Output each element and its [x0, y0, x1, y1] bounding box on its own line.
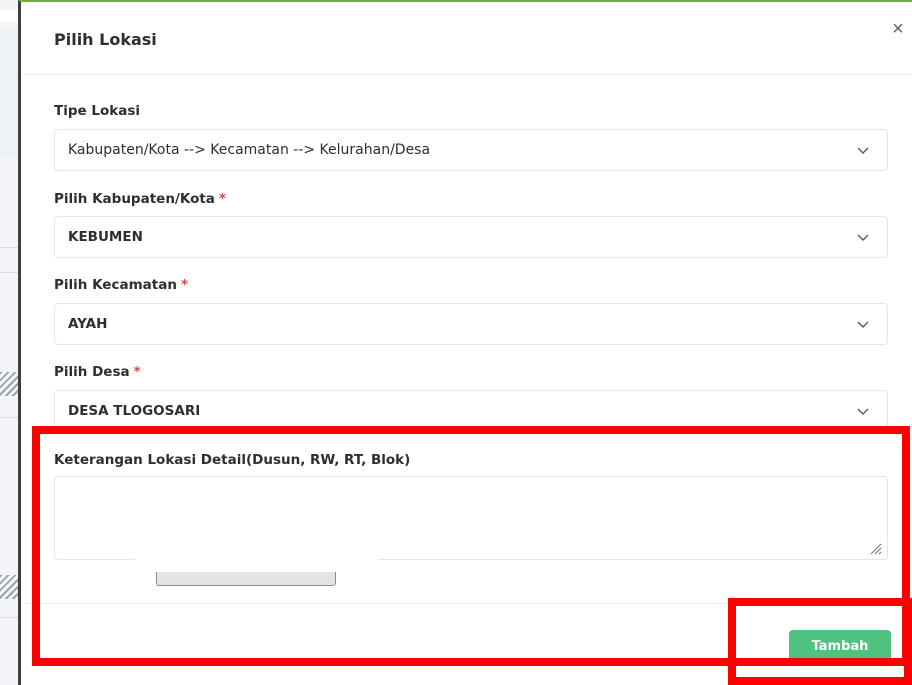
close-button[interactable]: × — [887, 18, 909, 40]
location-modal: Pilih Lokasi × Tipe Lokasi Kabupaten/Kot… — [18, 0, 912, 685]
chevron-down-icon — [857, 234, 869, 241]
modal-header: Pilih Lokasi × — [21, 2, 912, 75]
village-select[interactable]: DESA TLOGOSARI — [54, 390, 888, 432]
backdrop-divider — [0, 417, 18, 418]
regency-select[interactable]: KEBUMEN — [54, 216, 888, 258]
district-label: Pilih Kecamatan * — [54, 277, 188, 293]
backdrop-divider — [0, 247, 18, 248]
location-type-select[interactable]: Kabupaten/Kota --> Kecamatan --> Kelurah… — [54, 129, 888, 171]
backdrop-strip — [0, 10, 18, 22]
regency-label: Pilih Kabupaten/Kota * — [54, 191, 226, 207]
footer-divider — [21, 603, 912, 604]
district-select[interactable]: AYAH — [54, 303, 888, 345]
required-marker: * — [133, 364, 141, 380]
resize-grip-icon[interactable] — [868, 541, 882, 555]
district-label-text: Pilih Kecamatan — [54, 277, 177, 293]
regency-value: KEBUMEN — [68, 229, 143, 245]
detail-label-text: Keterangan Lokasi Detail(Dusun, RW, RT, … — [54, 452, 411, 468]
chevron-down-icon — [857, 147, 869, 154]
close-icon: × — [892, 18, 904, 40]
backdrop-panel — [0, 30, 18, 158]
required-marker: * — [180, 277, 188, 293]
district-value: AYAH — [68, 316, 108, 332]
chevron-down-icon — [857, 321, 869, 328]
location-type-value: Kabupaten/Kota --> Kecamatan --> Kelurah… — [68, 142, 431, 158]
village-label-text: Pilih Desa — [54, 364, 130, 380]
backdrop-resize-hatch — [0, 372, 18, 396]
backdrop-resize-hatch — [0, 575, 18, 599]
obscured-button[interactable] — [156, 572, 336, 586]
backdrop-divider — [0, 617, 18, 618]
detail-label: Keterangan Lokasi Detail(Dusun, RW, RT, … — [54, 452, 410, 468]
regency-label-text: Pilih Kabupaten/Kota — [54, 191, 215, 207]
modal-title: Pilih Lokasi — [54, 30, 157, 49]
village-value: DESA TLOGOSARI — [68, 403, 201, 419]
location-type-label-text: Tipe Lokasi — [54, 103, 140, 119]
detail-textarea[interactable] — [54, 476, 888, 560]
add-button[interactable]: Tambah — [789, 630, 891, 662]
chevron-down-icon — [857, 408, 869, 415]
location-type-label: Tipe Lokasi — [54, 103, 140, 119]
required-marker: * — [218, 191, 226, 207]
village-label: Pilih Desa * — [54, 364, 141, 380]
backdrop-divider — [0, 272, 18, 273]
